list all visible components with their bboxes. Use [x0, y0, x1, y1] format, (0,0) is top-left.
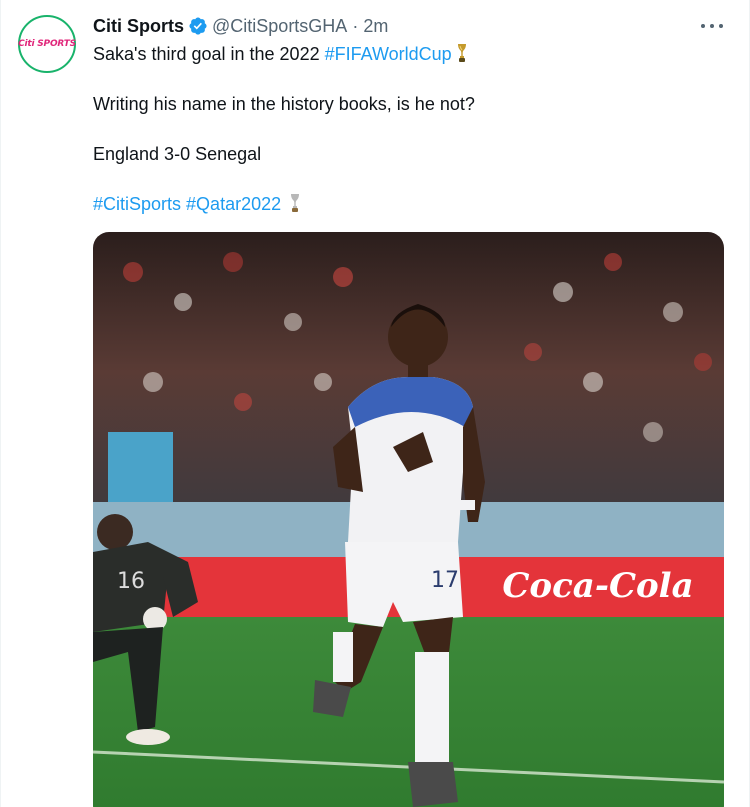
more-horizontal-icon[interactable]	[701, 16, 723, 36]
user-handle[interactable]: @CitiSportsGHA	[212, 16, 347, 37]
avatar[interactable]: Citi SPORTS	[18, 15, 76, 73]
timestamp[interactable]: 2m	[363, 16, 388, 37]
tweet-text: Saka's third goal in the 2022 #FIFAWorld…	[93, 42, 723, 216]
photo-football-celebration: Coca-Cola 16 17	[93, 232, 724, 807]
hashtag-citisports[interactable]: #CitiSports	[93, 194, 181, 214]
tweet-card[interactable]: Citi SPORTS Citi Sports @CitiSportsGHA ·…	[0, 0, 750, 807]
separator-dot: ·	[352, 15, 359, 36]
hashtag-qatar2022[interactable]: #Qatar2022	[186, 194, 281, 214]
banner-text: Coca-Cola	[502, 566, 693, 606]
shirt-number: 17	[431, 568, 459, 593]
tweet-header: Citi Sports @CitiSportsGHA · 2m	[93, 14, 388, 38]
tweet-line-4: #CitiSports #Qatar2022	[93, 192, 723, 216]
keeper-number: 16	[117, 569, 145, 594]
tweet-line-1-text: Saka's third goal in the 2022	[93, 44, 325, 64]
tweet-line-1: Saka's third goal in the 2022 #FIFAWorld…	[93, 42, 723, 66]
display-name[interactable]: Citi Sports	[93, 16, 184, 37]
tweet-line-2: Writing his name in the history books, i…	[93, 94, 475, 114]
avatar-logo: Citi SPORTS	[18, 39, 76, 49]
tweet-line-3: England 3-0 Senegal	[93, 144, 262, 164]
hashtag-fifaworldcup[interactable]: #FIFAWorldCup	[325, 44, 452, 64]
verified-badge-icon	[189, 17, 207, 35]
trophy-icon	[457, 44, 466, 62]
trophy-icon	[291, 194, 300, 212]
tweet-photo[interactable]: Coca-Cola 16 17	[93, 232, 724, 807]
